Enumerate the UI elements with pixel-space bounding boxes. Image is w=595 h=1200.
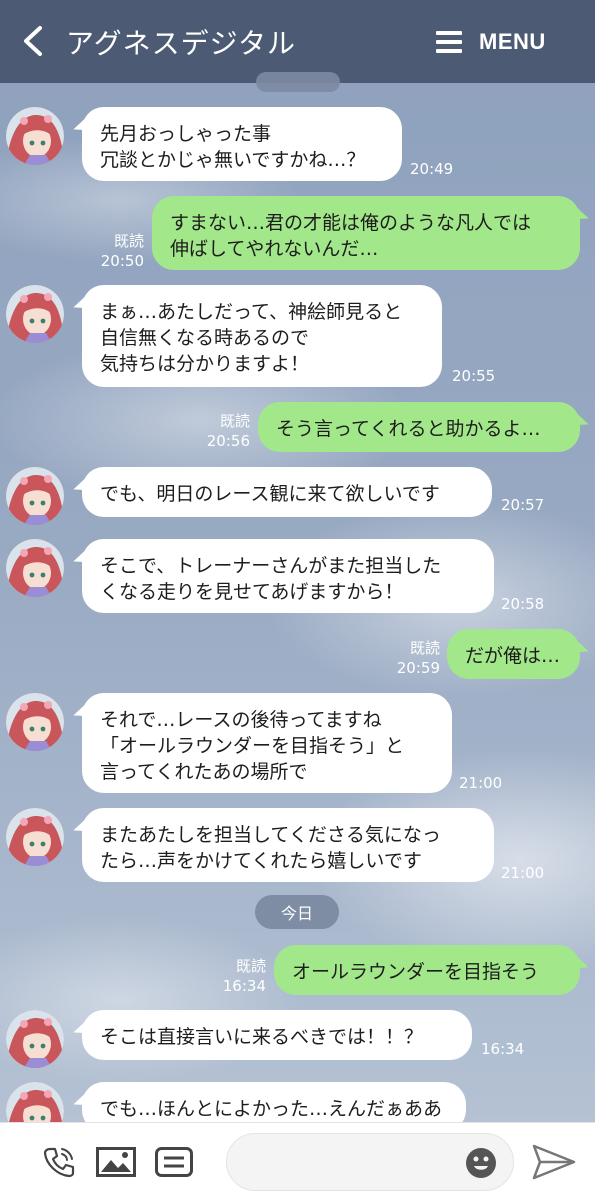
menu-button[interactable]: MENU — [436, 26, 546, 58]
message-bubble: オールラウンダーを目指そう — [274, 945, 580, 995]
send-icon[interactable] — [532, 1143, 576, 1181]
phone-icon[interactable] — [42, 1145, 76, 1179]
message-bubble: すまない…君の才能は俺のような凡人では 伸ばしてやれないんだ… — [152, 196, 580, 270]
avatar[interactable] — [6, 107, 64, 165]
keyboard-icon[interactable] — [155, 1147, 193, 1177]
message-bubble: だが俺は… — [447, 629, 580, 679]
message-time: 20:58 — [501, 595, 545, 613]
message-time: 20:55 — [452, 367, 496, 385]
chat-header: アグネスデジタル MENU — [0, 0, 595, 83]
date-divider-partial — [256, 72, 340, 92]
message-bubble: そこで、トレーナーさんがまた担当した くなる走りを見せてあげますから！ — [82, 539, 494, 613]
read-receipt: 既読 20:59 — [396, 639, 440, 677]
message-bubble: またあたしを担当してくださる気になっ たら…声をかけてくれたら嬉しいです — [82, 808, 494, 882]
message-bubble: 先月おっしゃった事 冗談とかじゃ無いですかね…？ — [82, 107, 402, 181]
chat-input-bar — [0, 1122, 595, 1200]
avatar[interactable] — [6, 467, 64, 525]
read-receipt: 既読 20:56 — [206, 412, 250, 450]
read-receipt: 既読 20:50 — [100, 232, 144, 270]
avatar[interactable] — [6, 1010, 64, 1068]
message-bubble: まぁ…あたしだって、神絵師見ると 自信無くなる時あるので 気持ちは分かりますよ！ — [82, 285, 442, 387]
avatar[interactable] — [6, 808, 64, 866]
message-bubble: それで…レースの後待ってますね 「オールラウンダーを目指そう」と 言ってくれたあ… — [82, 693, 452, 793]
avatar[interactable] — [6, 539, 64, 597]
message-time: 21:00 — [459, 774, 503, 792]
message-bubble: そこは直接言いに来るべきでは！！？ — [82, 1010, 472, 1060]
message-input[interactable] — [243, 1148, 463, 1178]
message-time: 21:00 — [501, 864, 545, 882]
message-input-box — [226, 1133, 514, 1191]
chat-title: アグネスデジタル — [66, 27, 297, 60]
avatar[interactable] — [6, 693, 64, 751]
image-icon[interactable] — [96, 1147, 136, 1177]
avatar[interactable] — [6, 285, 64, 343]
message-bubble: でも、明日のレース観に来て欲しいです — [82, 467, 492, 517]
emoji-icon[interactable] — [465, 1147, 497, 1179]
chevron-left-icon[interactable] — [20, 25, 46, 57]
message-time: 16:34 — [481, 1040, 525, 1058]
message-bubble: そう言ってくれると助かるよ… — [258, 402, 580, 452]
message-time: 20:49 — [410, 160, 454, 178]
date-divider: 今日 — [255, 895, 339, 929]
hamburger-icon — [436, 31, 462, 53]
message-time: 20:57 — [501, 496, 545, 514]
menu-label: MENU — [479, 29, 546, 54]
read-receipt: 既読 16:34 — [222, 957, 266, 995]
